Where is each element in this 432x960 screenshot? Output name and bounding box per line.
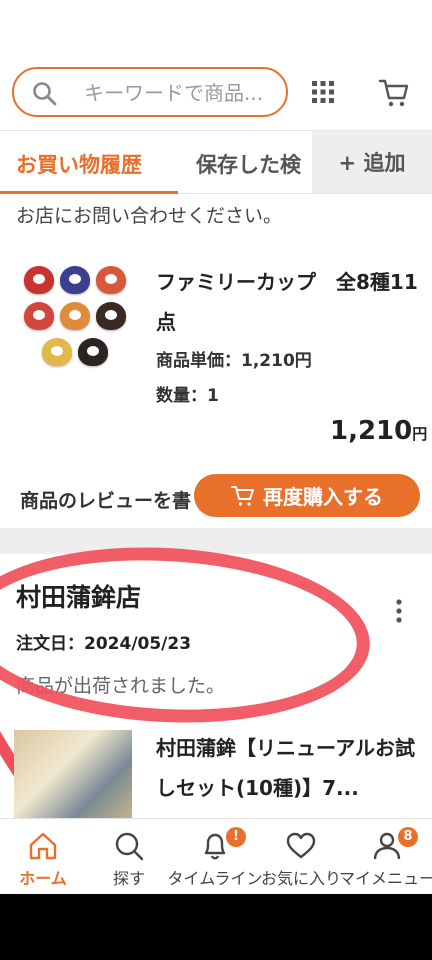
total-price-value: 1,210 bbox=[330, 416, 413, 446]
rebuy-button[interactable]: 再度購入する bbox=[194, 474, 420, 517]
nav-home[interactable]: ホーム bbox=[0, 819, 86, 895]
nav-favorites[interactable]: お気に入り bbox=[258, 819, 344, 895]
nav-search-label: 探す bbox=[112, 869, 145, 888]
write-review-link[interactable]: 商品のレビューを書く bbox=[20, 486, 220, 512]
product-name[interactable]: ファミリーカップ 全8種11点 bbox=[156, 262, 426, 342]
nav-home-label: ホーム bbox=[19, 869, 67, 888]
nav-timeline-label: タイムライン bbox=[167, 869, 263, 888]
system-bar bbox=[0, 894, 432, 960]
active-tab-indicator bbox=[0, 191, 178, 194]
bottom-navigation: ホーム 探す ! タイムライン お気に入り 8 マイメニュー bbox=[0, 818, 432, 894]
home-icon bbox=[29, 832, 57, 860]
search-bar[interactable] bbox=[12, 67, 288, 117]
total-price-unit: 円 bbox=[412, 425, 428, 443]
nav-mymenu[interactable]: 8 マイメニュー bbox=[339, 819, 432, 895]
tab-purchase-history[interactable]: お買い物履歴 bbox=[16, 149, 142, 179]
rebuy-label: 再度購入する bbox=[263, 487, 383, 509]
nav-favorites-label: お気に入り bbox=[260, 869, 341, 888]
timeline-badge: ! bbox=[226, 827, 246, 847]
product-name[interactable]: 村田蒲鉾【リニューアルお試しセット(10種)】7... bbox=[156, 728, 420, 808]
cart-icon bbox=[231, 485, 254, 506]
search-input[interactable] bbox=[84, 80, 284, 106]
contact-notice: お店にお問い合わせください。 bbox=[16, 205, 283, 227]
search-icon bbox=[33, 82, 57, 106]
nav-mymenu-label: マイメニュー bbox=[338, 869, 432, 888]
unit-price: 商品単価：1,210円 bbox=[156, 351, 312, 371]
search-icon bbox=[115, 832, 144, 861]
more-options-icon[interactable] bbox=[394, 598, 404, 628]
heart-icon bbox=[286, 832, 316, 859]
section-divider bbox=[0, 528, 432, 554]
cart-icon[interactable] bbox=[378, 77, 410, 113]
nav-timeline[interactable]: ! タイムライン bbox=[168, 819, 262, 895]
product-thumbnail[interactable] bbox=[20, 262, 132, 374]
product-thumbnail[interactable] bbox=[14, 730, 132, 822]
nav-search[interactable]: 探す bbox=[86, 819, 172, 895]
tab-saved-search[interactable]: 保存した検 bbox=[196, 149, 312, 179]
total-price: 1,210円 bbox=[330, 416, 427, 446]
quantity: 数量：1 bbox=[156, 386, 219, 406]
category-grid-icon[interactable] bbox=[312, 81, 334, 107]
history-tabs: お買い物履歴 保存した検 + 追加 bbox=[0, 130, 432, 194]
mymenu-badge: 8 bbox=[398, 827, 418, 847]
annotation-circle bbox=[0, 537, 375, 733]
add-tab-button[interactable]: + 追加 bbox=[312, 131, 432, 193]
